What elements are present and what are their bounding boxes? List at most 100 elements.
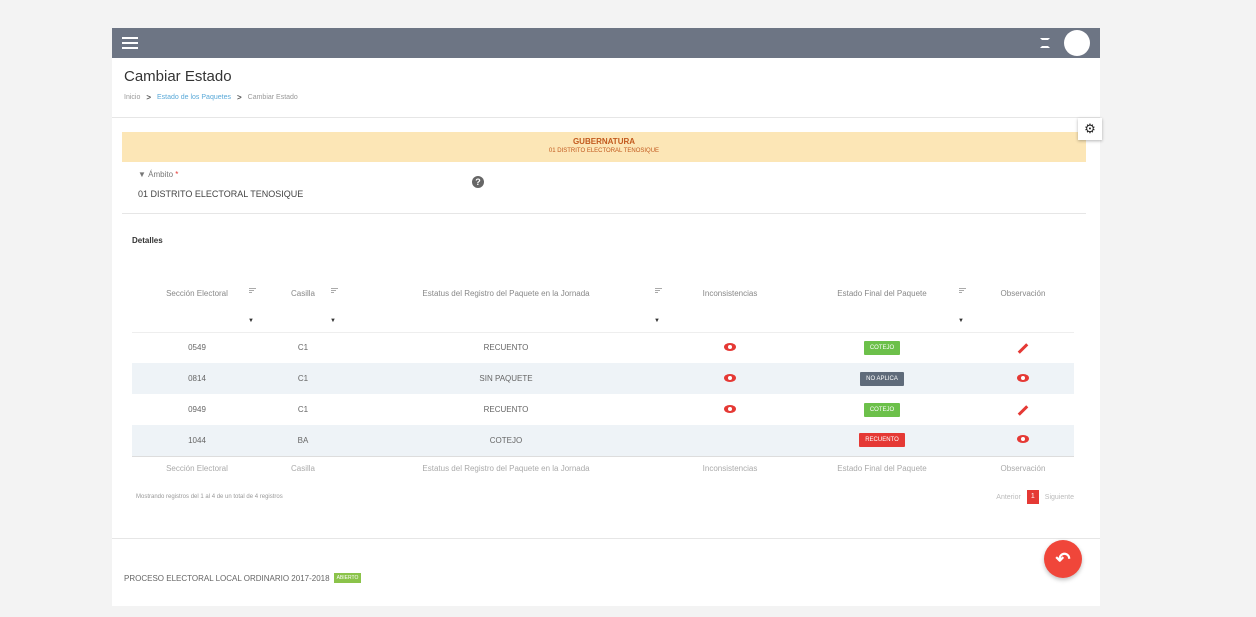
observacion-cell — [972, 363, 1074, 394]
gear-icon[interactable]: ⚙ — [1078, 118, 1102, 140]
avatar[interactable] — [1064, 30, 1090, 56]
estado-cell: COTEJO — [792, 332, 972, 363]
table-row: 0814 C1 SIN PAQUETE NO APLICA — [132, 363, 1074, 394]
page-title: Cambiar Estado — [124, 68, 232, 85]
table-row: 1044 BA COTEJO RECUENTO — [132, 425, 1074, 456]
ambito-select[interactable] — [138, 182, 468, 202]
sort-filter-icon[interactable] — [655, 288, 662, 294]
dropdown-arrow-icon[interactable]: ▼ — [958, 318, 964, 324]
casilla-cell: C1 — [297, 405, 309, 414]
footer-column: Estado Final del Paquete — [792, 455, 972, 480]
observacion-cell — [972, 425, 1074, 456]
records-info: Mostrando registros del 1 al 4 de un tot… — [136, 494, 283, 500]
estatus-cell: COTEJO — [344, 425, 668, 456]
estado-badge[interactable]: COTEJO — [863, 402, 901, 417]
table-footer-header: Sección Electoral Casilla Estatus del Re… — [132, 455, 1074, 480]
seccion-filter[interactable]: ▼ — [132, 308, 262, 333]
casilla-filter[interactable]: ▼ — [262, 308, 344, 333]
dropdown-arrow-icon[interactable]: ▼ — [248, 318, 254, 324]
observacion-filter — [972, 308, 1074, 333]
pagination-prev[interactable]: Anterior — [996, 494, 1021, 501]
estatus-cell: RECUENTO — [483, 343, 529, 353]
banner-title: GUBERNATURA — [572, 137, 636, 146]
footer-column: Sección Electoral — [132, 455, 262, 480]
column-header[interactable]: Inconsistencias — [668, 278, 792, 308]
column-header[interactable]: Sección Electoral — [132, 278, 262, 308]
inconsistencias-filter — [668, 308, 792, 333]
footer-column: Inconsistencias — [668, 455, 792, 480]
chevron-right-icon: > — [146, 93, 152, 102]
ambito-section: ▼ Ámbito * 01 DISTRITO ELECTORAL TENOSIQ… — [122, 162, 1086, 214]
pagination-next[interactable]: Siguiente — [1045, 494, 1074, 501]
eye-icon[interactable] — [724, 373, 736, 382]
casilla-cell: C1 — [297, 343, 309, 353]
seccion-cell: 1044 — [132, 425, 262, 456]
filter-icon: ▼ — [138, 170, 146, 179]
footer-column: Casilla — [262, 455, 344, 480]
eye-icon[interactable] — [724, 404, 736, 413]
estatus-cell: RECUENTO — [483, 405, 529, 414]
footer-divider — [112, 538, 1100, 539]
eye-icon[interactable] — [724, 342, 736, 351]
column-header[interactable]: Estado Final del Paquete — [792, 278, 972, 308]
content-card: GUBERNATURA 01 DISTRITO ELECTORAL TENOSI… — [122, 118, 1102, 544]
estado-filter[interactable]: ▼ — [792, 308, 972, 333]
banner-subtitle: 01 DISTRITO ELECTORAL TENOSIQUE — [548, 148, 660, 154]
topbar-actions — [1040, 30, 1090, 56]
ambito-label: ▼ Ámbito * — [138, 170, 1080, 179]
column-header[interactable]: Casilla — [262, 278, 344, 308]
estatus-cell: SIN PAQUETE — [344, 363, 668, 394]
table-footer: Mostrando registros del 1 al 4 de un tot… — [122, 480, 1086, 504]
menu-icon[interactable] — [122, 37, 138, 49]
seccion-cell: 0549 — [188, 343, 206, 353]
breadcrumb-current: Cambiar Estado — [247, 94, 298, 101]
top-bar — [112, 28, 1100, 58]
footer-column: Observación — [972, 455, 1074, 480]
footer-column: Estatus del Registro del Paquete en la J… — [344, 455, 668, 480]
pencil-icon[interactable] — [1017, 405, 1029, 416]
observacion-cell — [972, 394, 1074, 425]
inconsistencias-cell — [668, 425, 792, 456]
help-icon[interactable]: ? — [472, 176, 484, 188]
breadcrumb: Inicio > Estado de los Paquetes > Cambia… — [124, 93, 1088, 102]
observacion-cell — [972, 332, 1074, 363]
packages-table: Sección Electoral Casilla Estatus del Re… — [132, 278, 1074, 480]
inconsistencias-cell — [668, 332, 792, 363]
details-title: Detalles — [132, 236, 163, 245]
page-header: Cambiar Estado Inicio > Estado de los Pa… — [112, 58, 1100, 118]
sort-filter-icon[interactable] — [331, 288, 338, 294]
pagination: Anterior 1 Siguiente — [996, 490, 1074, 504]
sort-filter-icon[interactable] — [249, 288, 256, 294]
dropdown-arrow-icon[interactable]: ▼ — [330, 318, 336, 324]
seccion-cell: 0949 — [188, 405, 206, 414]
inconsistencias-cell — [668, 394, 792, 425]
dropdown-arrow-icon[interactable]: ▼ — [654, 318, 660, 324]
estado-badge[interactable]: RECUENTO — [859, 433, 905, 448]
breadcrumb-parent-link[interactable]: Estado de los Paquetes — [157, 94, 231, 101]
casilla-cell: BA — [262, 425, 344, 456]
reply-icon[interactable]: ↶ — [1044, 540, 1082, 578]
estatus-filter[interactable]: ▼ — [344, 308, 668, 333]
process-status-badge: ABIERTO — [333, 573, 362, 583]
table-row: 0949 C1 RECUENTO COTEJO — [132, 394, 1074, 425]
inconsistencias-cell — [668, 363, 792, 394]
required-marker: * — [175, 170, 179, 179]
estado-badge[interactable]: NO APLICA — [860, 371, 904, 386]
eye-icon[interactable] — [1017, 435, 1029, 444]
process-name: PROCESO ELECTORAL LOCAL ORDINARIO 2017-2… — [124, 573, 330, 583]
estado-badge[interactable]: COTEJO — [863, 340, 901, 355]
estado-cell: NO APLICA — [792, 363, 972, 394]
estado-cell: COTEJO — [792, 394, 972, 425]
seccion-cell: 0814 — [132, 363, 262, 394]
sort-filter-icon[interactable] — [959, 288, 966, 294]
estado-cell: RECUENTO — [792, 425, 972, 456]
breadcrumb-home-link[interactable]: Inicio — [124, 94, 140, 101]
pencil-icon[interactable] — [1017, 343, 1029, 355]
column-header[interactable]: Estatus del Registro del Paquete en la J… — [344, 278, 668, 308]
pagination-page[interactable]: 1 — [1026, 490, 1039, 504]
fullscreen-icon[interactable] — [1040, 38, 1050, 48]
ambito-label-text: Ámbito — [148, 170, 174, 179]
app-window: Cambiar Estado Inicio > Estado de los Pa… — [112, 28, 1102, 606]
column-header[interactable]: Observación — [972, 278, 1074, 308]
eye-icon[interactable] — [1017, 373, 1029, 382]
